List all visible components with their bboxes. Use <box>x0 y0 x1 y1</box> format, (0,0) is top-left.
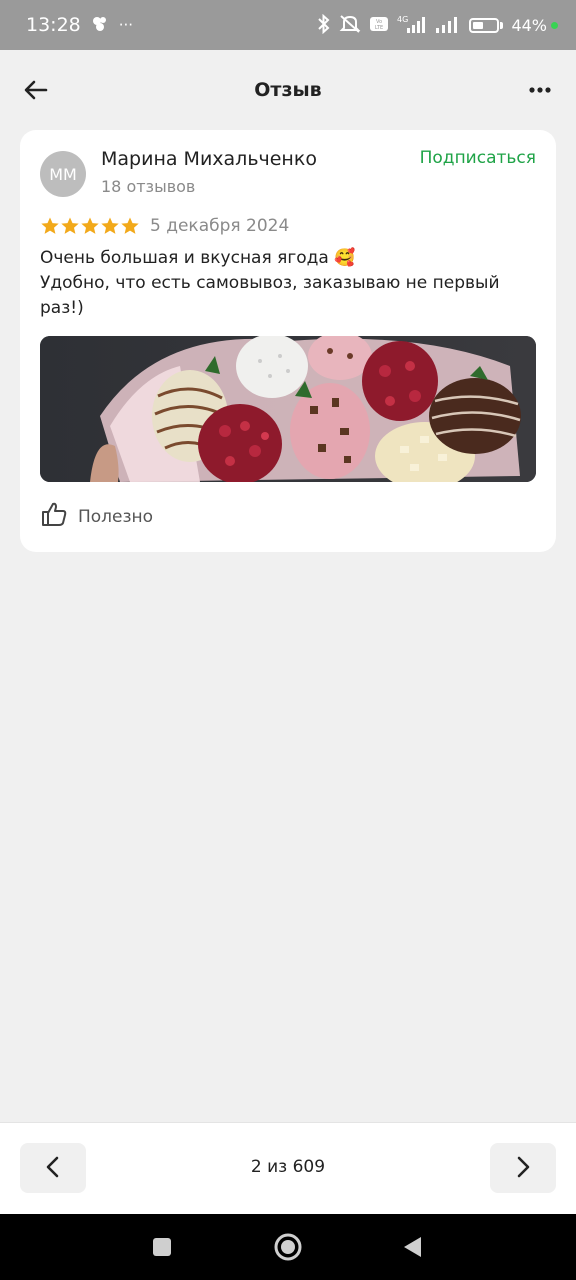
recents-square-icon[interactable] <box>147 1232 177 1262</box>
battery-icon <box>469 17 504 33</box>
star-icon <box>41 217 59 234</box>
author-name[interactable]: Марина Михальченко <box>101 148 317 170</box>
signal-4g-icon: 4G <box>397 14 427 37</box>
review-photo[interactable] <box>40 336 536 482</box>
signal-icon <box>435 14 461 37</box>
mute-icon <box>339 14 361 37</box>
review-text-line: Очень большая и вкусная ягода 🥰 <box>40 248 356 268</box>
page-title: Отзыв <box>254 79 322 101</box>
rating-row: 5 декабря 2024 <box>40 216 289 236</box>
more-horizontal-icon[interactable] <box>526 76 554 104</box>
app-notification-icon <box>91 16 109 35</box>
status-bar-right: Vo LTE 4G 44% <box>317 13 558 37</box>
avatar[interactable]: ММ <box>40 151 86 197</box>
review-pager: 2 из 609 <box>0 1122 576 1214</box>
battery-percent: 44% <box>511 15 547 35</box>
more-notifications-indicator: ··· <box>118 15 134 34</box>
review-card: ММ Марина Михальченко 18 отзывов Подписа… <box>20 130 556 552</box>
bluetooth-icon <box>317 13 331 37</box>
next-review-button[interactable] <box>490 1143 556 1193</box>
app-header: Отзыв <box>0 50 576 130</box>
star-rating <box>40 216 140 236</box>
star-icon <box>81 217 99 234</box>
helpful-button[interactable]: Полезно <box>40 500 153 533</box>
strawberries-photo-illustration <box>40 336 536 482</box>
home-circle-icon[interactable] <box>273 1232 303 1262</box>
charging-indicator <box>551 21 558 29</box>
subscribe-button[interactable]: Подписаться <box>420 148 536 168</box>
author-reviews-count: 18 отзывов <box>101 177 196 196</box>
volte-icon: Vo LTE <box>369 16 389 35</box>
status-time: 13:28 <box>26 14 81 36</box>
status-bar-left: 13:28 ··· <box>26 14 133 36</box>
svg-text:LTE: LTE <box>375 25 383 31</box>
arrow-left-icon[interactable] <box>22 76 50 104</box>
svg-text:4G: 4G <box>397 15 408 24</box>
thumbs-up-icon <box>40 500 68 533</box>
star-icon <box>101 217 119 234</box>
star-icon <box>121 217 139 234</box>
status-bar: 13:28 ··· Vo LTE 4G 44% <box>0 0 576 50</box>
back-triangle-icon[interactable] <box>398 1232 428 1262</box>
helpful-label: Полезно <box>78 506 154 527</box>
system-navigation-bar <box>0 1214 576 1280</box>
review-text-line: Удобно, что есть самовывоз, заказываю не… <box>40 273 500 318</box>
review-date: 5 декабря 2024 <box>150 216 290 236</box>
chevron-right-icon <box>513 1155 533 1182</box>
star-icon <box>61 217 79 234</box>
review-text: Очень большая и вкусная ягода 🥰 Удобно, … <box>40 246 536 321</box>
